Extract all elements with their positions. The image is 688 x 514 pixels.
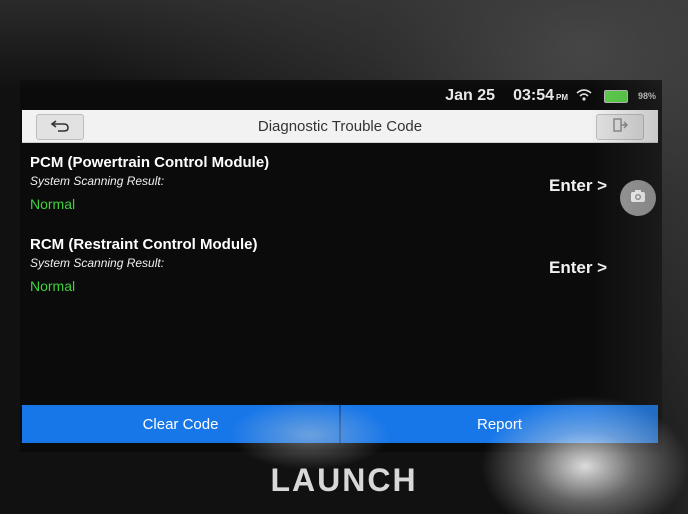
module-status: Normal: [30, 196, 76, 212]
battery-icon: [603, 89, 628, 103]
back-button[interactable]: [36, 114, 84, 140]
camera-button[interactable]: [620, 180, 656, 216]
enter-button-pcm[interactable]: Enter >: [549, 176, 607, 196]
page-title: Diagnostic Trouble Code: [257, 117, 423, 135]
module-status: Normal: [30, 278, 76, 294]
wifi-icon: [576, 88, 592, 104]
enter-button-rcm[interactable]: Enter >: [549, 258, 607, 278]
module-item-pcm: PCM (Powertrain Control Module) System S…: [30, 154, 650, 212]
module-item-rcm: RCM (Restraint Control Module) System Sc…: [30, 236, 650, 294]
status-time: 03:54 PM: [513, 87, 568, 105]
status-ampm: PM: [555, 93, 568, 102]
status-bar: Jan 25 03:54 PM 98%: [20, 84, 662, 108]
exit-icon: [612, 117, 628, 138]
module-name: PCM (Powertrain Control Module): [30, 154, 270, 171]
module-name: RCM (Restraint Control Module): [30, 236, 258, 253]
status-time-value: 03:54: [513, 87, 554, 104]
clear-code-button[interactable]: Clear Code: [22, 405, 339, 443]
camera-icon: [630, 189, 646, 207]
title-bar: Diagnostic Trouble Code: [22, 110, 658, 143]
exit-button[interactable]: [596, 114, 644, 140]
status-date: Jan 25: [445, 87, 496, 104]
report-button[interactable]: Report: [339, 405, 658, 443]
bottom-toolbar: Clear Code Report: [22, 405, 658, 443]
back-arrow-icon: [50, 117, 70, 138]
brand-logo: LAUNCH: [270, 462, 418, 498]
battery-percent: 98%: [637, 91, 656, 101]
